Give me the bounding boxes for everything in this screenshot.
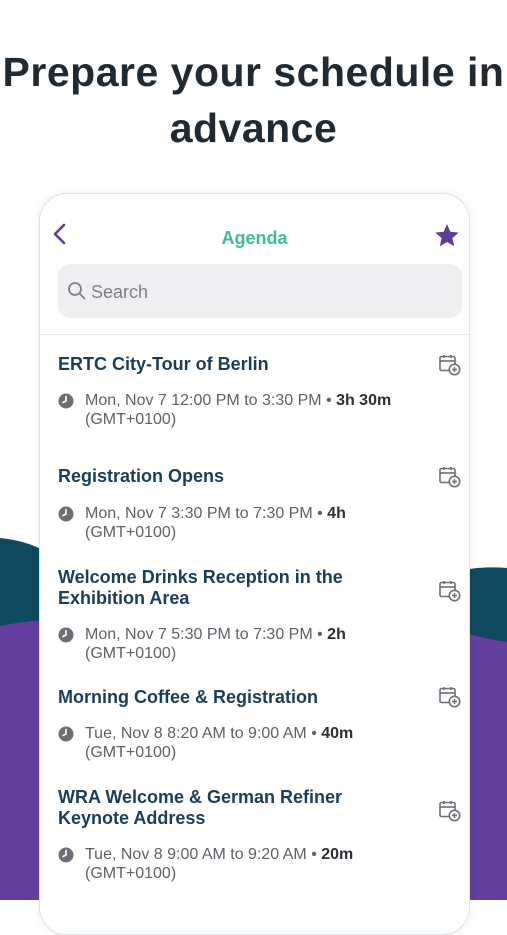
- session-title: Welcome Drinks Reception in the Exhibiti…: [58, 567, 343, 608]
- calendar-add-icon[interactable]: [439, 354, 461, 376]
- clock-icon: [58, 627, 74, 643]
- nav-bar: Agenda: [40, 194, 469, 258]
- clock-icon: [58, 506, 74, 522]
- calendar-add-icon[interactable]: [439, 466, 461, 488]
- search-input[interactable]: [89, 264, 453, 320]
- list-item[interactable]: Welcome Drinks Reception in the Exhibiti…: [40, 547, 469, 667]
- page-title: Agenda: [221, 228, 288, 248]
- calendar-add-icon[interactable]: [439, 800, 461, 822]
- session-time: Mon, Nov 7 5:30 PM to 7:30 PM • 2h (GMT+…: [85, 626, 346, 662]
- search-icon: [68, 282, 86, 300]
- list-item[interactable]: Registration Opens Mon, Nov 7 3:30 PM to…: [40, 448, 469, 547]
- session-time: Mon, Nov 7 3:30 PM to 7:30 PM • 4h (GMT+…: [85, 505, 346, 541]
- calendar-add-icon[interactable]: [439, 686, 461, 708]
- session-time: Tue, Nov 8 8:20 AM to 9:00 AM • 40m (GMT…: [85, 725, 354, 761]
- session-title: Registration Opens: [58, 466, 225, 486]
- clock-icon: [58, 393, 74, 409]
- calendar-add-icon[interactable]: [439, 580, 461, 602]
- list-item[interactable]: Morning Coffee & Registration Tue, Nov 8…: [40, 667, 469, 767]
- session-title: Morning Coffee & Registration: [58, 687, 318, 707]
- session-title: ERTC City-Tour of Berlin: [58, 354, 269, 374]
- star-icon[interactable]: [433, 222, 461, 250]
- list-item[interactable]: ERTC City-Tour of Berlin Mon, Nov 7 12:0…: [40, 335, 469, 448]
- agenda-screen: Agenda ERTC City-Tour of Berlin: [39, 193, 470, 935]
- clock-icon: [58, 726, 74, 742]
- session-time: Tue, Nov 8 9:00 AM to 9:20 AM • 20m (GMT…: [85, 846, 354, 882]
- session-list: ERTC City-Tour of Berlin Mon, Nov 7 12:0…: [40, 335, 469, 887]
- headline: Prepare your schedule in advance: [2, 49, 505, 151]
- session-time: Mon, Nov 7 12:00 PM to 3:30 PM • 3h 30m …: [85, 392, 392, 428]
- clock-icon: [58, 847, 74, 863]
- list-item[interactable]: WRA Welcome & German Refiner Keynote Add…: [40, 767, 469, 887]
- search-bar[interactable]: [58, 264, 462, 320]
- session-title: WRA Welcome & German Refiner Keynote Add…: [58, 787, 343, 828]
